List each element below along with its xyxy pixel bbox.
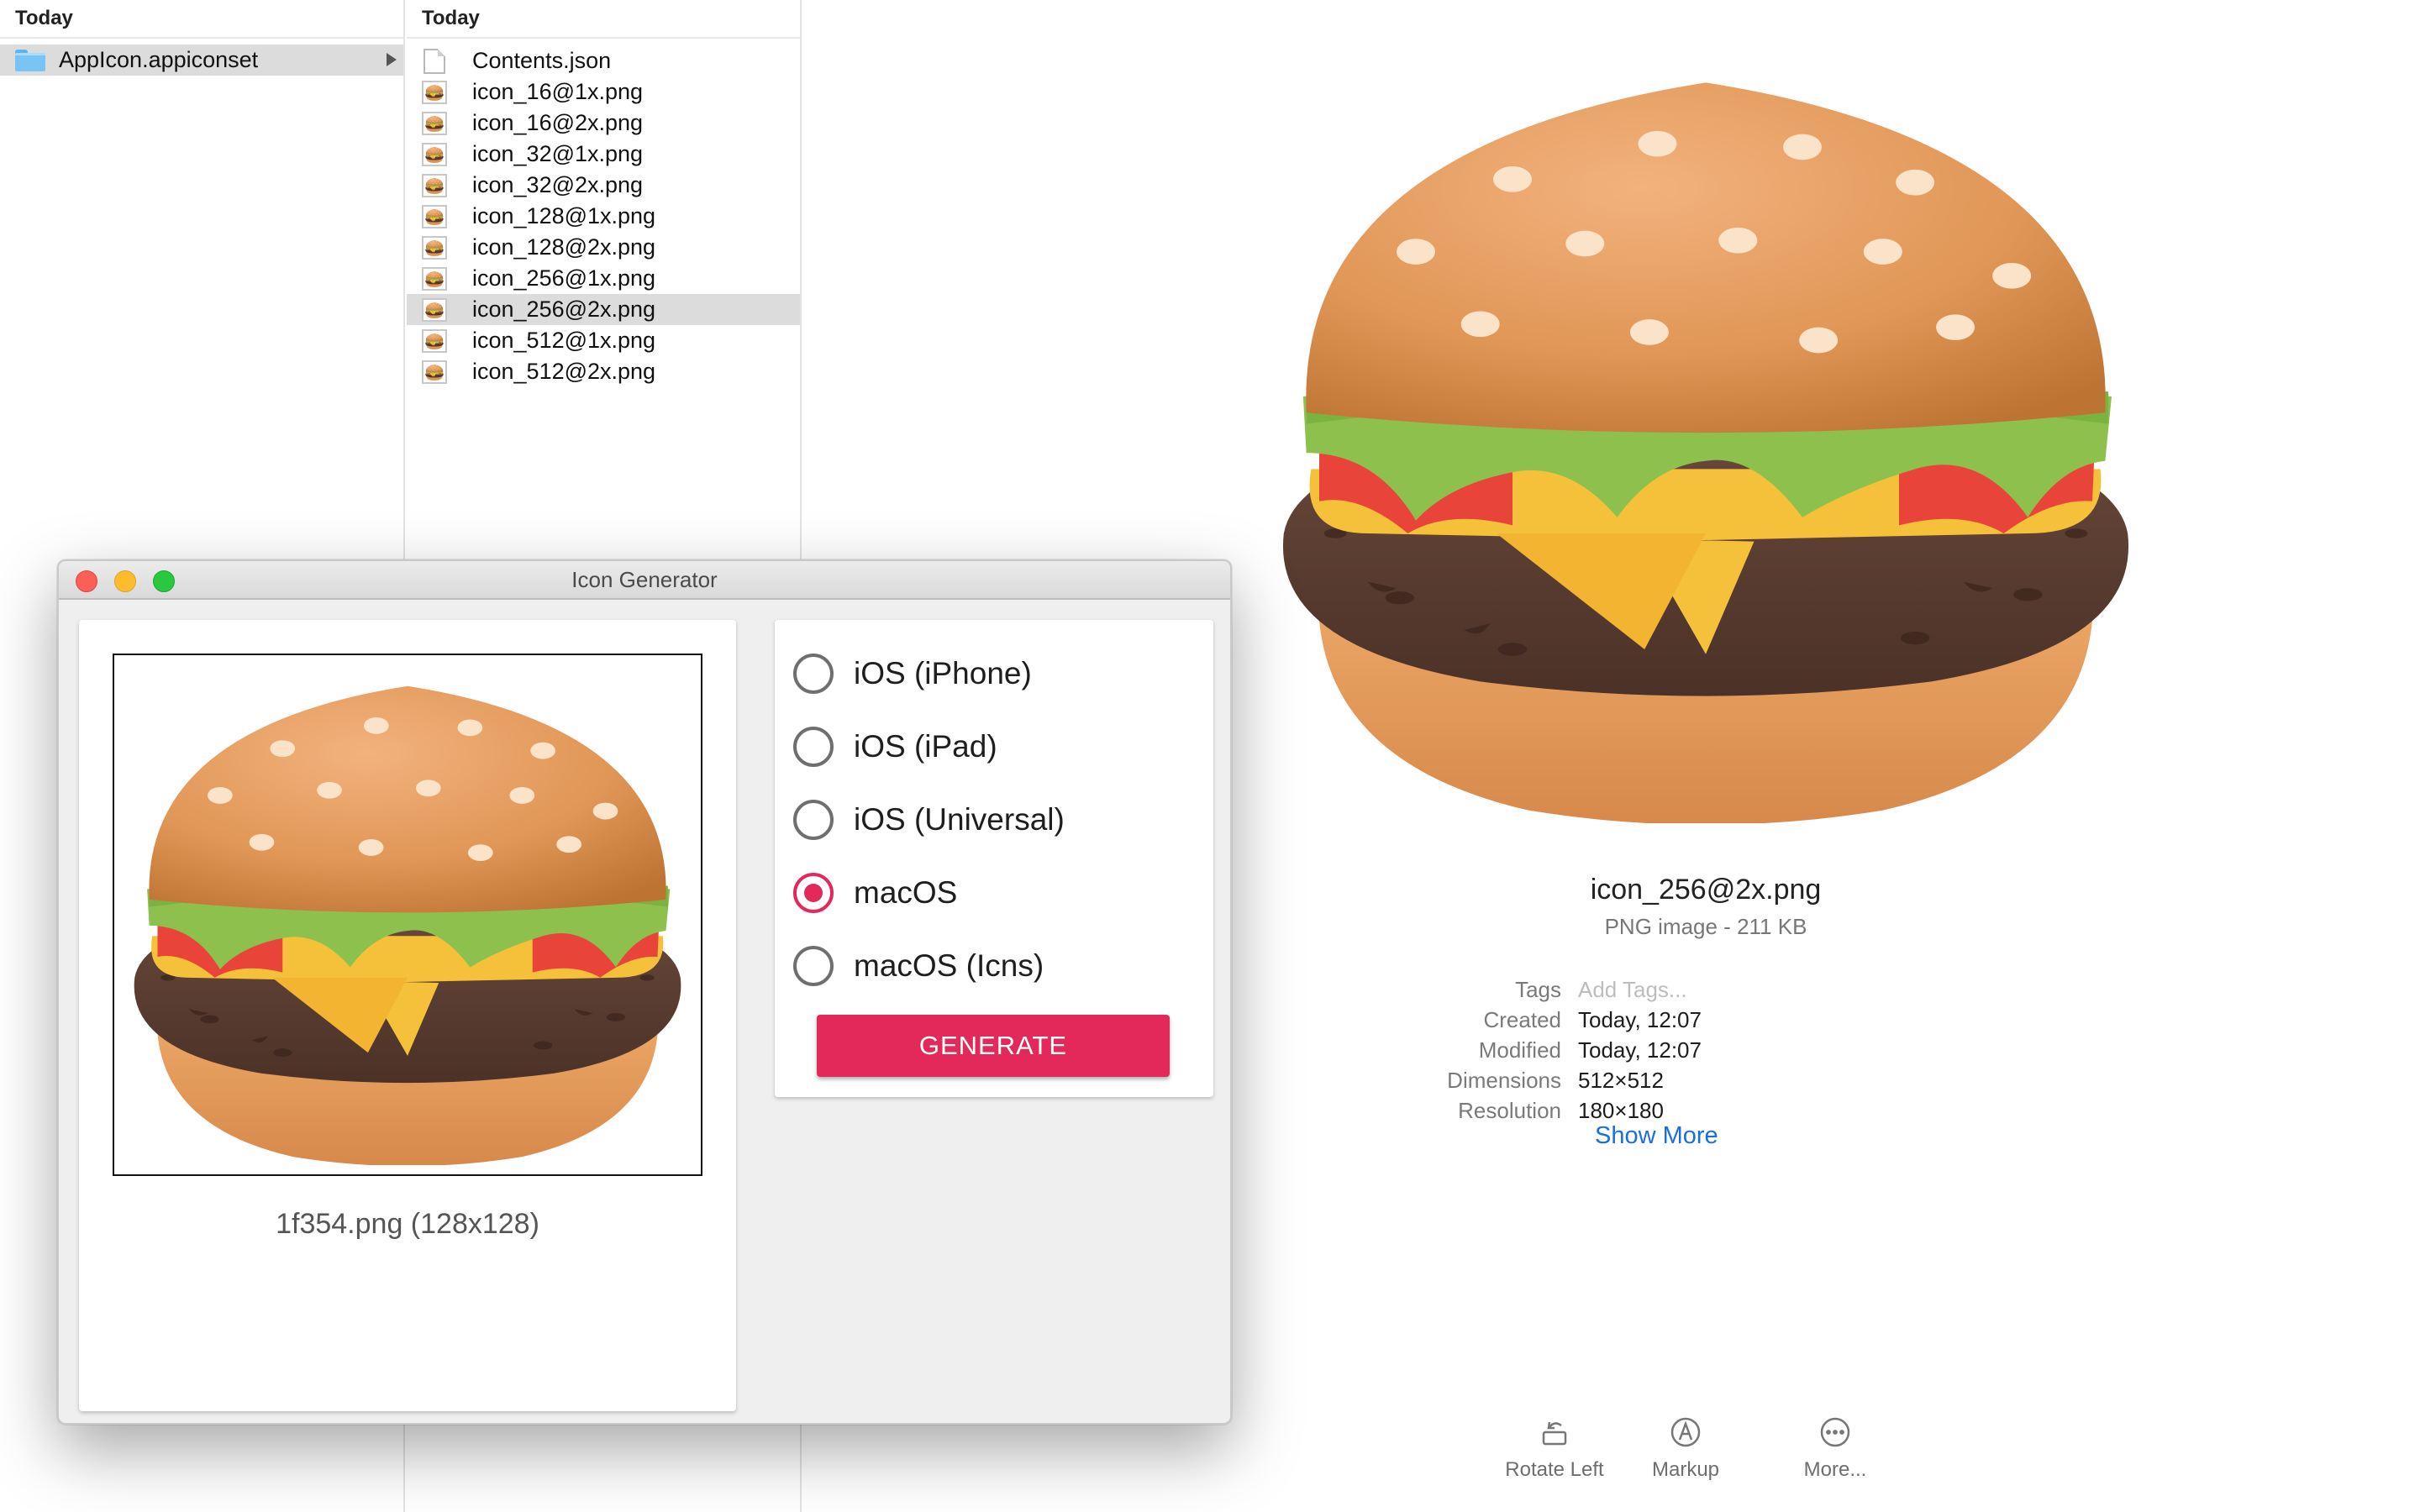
list-item[interactable]: icon_512@1x.png <box>407 325 800 356</box>
list-item-label: AppIcon.appiconset <box>59 47 259 72</box>
radio-button[interactable] <box>793 800 834 840</box>
hamburger-thumbnail-icon <box>420 235 449 260</box>
folder-icon <box>15 49 45 71</box>
metadata-value: Today, 12:07 <box>1578 1006 1702 1032</box>
preview-image <box>1269 50 2143 823</box>
list-item[interactable]: icon_512@2x.png <box>407 356 800 387</box>
radio-button[interactable] <box>793 946 834 986</box>
option-label: iOS (iPhone) <box>854 656 1032 690</box>
generate-button[interactable]: GENERATE <box>817 1015 1170 1077</box>
rotate-left-icon <box>1479 1411 1630 1453</box>
metadata-row-tags: Tags Add Tags... <box>1344 974 2017 1005</box>
markup-label: Markup <box>1651 1458 1720 1481</box>
list-item-label: icon_512@1x.png <box>472 328 656 353</box>
option-ios-ipad[interactable]: iOS (iPad) <box>793 725 997 769</box>
option-label: iOS (iPad) <box>854 729 997 764</box>
option-macos[interactable]: macOS <box>793 871 957 915</box>
disclosure-triangle-icon <box>387 53 397 66</box>
list-item[interactable]: Contents.json <box>407 45 800 76</box>
radio-button-selected[interactable] <box>793 873 834 913</box>
list-item-label: icon_256@2x.png <box>472 297 656 322</box>
metadata-row-resolution: Resolution 180×180 <box>1344 1095 2017 1126</box>
hamburger-thumbnail-icon <box>420 360 449 385</box>
image-caption: 1f354.png (128x128) <box>276 1208 539 1240</box>
hamburger-thumbnail-icon <box>420 173 449 198</box>
metadata-value: Today, 12:07 <box>1578 1037 1702 1063</box>
option-macos-icns[interactable]: macOS (Icns) <box>793 944 1044 988</box>
list-item[interactable]: icon_16@1x.png <box>407 76 800 108</box>
column-header: Today <box>0 0 403 39</box>
list-item[interactable]: icon_32@1x.png <box>407 139 800 170</box>
metadata-value: 512×512 <box>1578 1067 1664 1093</box>
rotate-left-label: Rotate Left <box>1505 1458 1604 1481</box>
list-item[interactable]: icon_16@2x.png <box>407 108 800 139</box>
list-item-label: Contents.json <box>472 48 612 73</box>
list-item-label: icon_16@1x.png <box>472 79 644 104</box>
list-item[interactable]: icon_128@2x.png <box>407 232 800 263</box>
option-ios-universal[interactable]: iOS (Universal) <box>793 798 1065 842</box>
hamburger-thumbnail-icon <box>420 80 449 105</box>
list-item-label: icon_32@1x.png <box>472 141 644 166</box>
metadata-key: Tags <box>1515 976 1561 1002</box>
minimize-window-button[interactable] <box>114 570 136 592</box>
list-item-label: icon_128@1x.png <box>472 203 656 228</box>
hamburger-thumbnail-icon <box>420 142 449 167</box>
list-item-label: icon_512@2x.png <box>472 359 656 384</box>
rotate-left-button[interactable]: Rotate Left <box>1479 1411 1630 1482</box>
option-label: iOS (Universal) <box>854 802 1065 837</box>
markup-pen-icon <box>1610 1411 1761 1453</box>
option-label: macOS (Icns) <box>854 948 1044 983</box>
close-window-button[interactable] <box>76 570 97 592</box>
hamburger-thumbnail-icon <box>420 297 449 323</box>
metadata-key: Resolution <box>1458 1097 1561 1123</box>
source-image <box>126 665 689 1165</box>
document-icon <box>420 48 449 74</box>
add-tags-field[interactable]: Add Tags... <box>1578 977 1687 1003</box>
hamburger-thumbnail-icon <box>420 328 449 354</box>
metadata-key: Dimensions <box>1447 1067 1561 1093</box>
preview-filename: icon_256@2x.png <box>1590 874 1822 906</box>
hamburger-thumbnail-icon <box>420 111 449 136</box>
option-label: macOS <box>854 875 958 910</box>
platform-options-card: iOS (iPhone) iOS (iPad) iOS (Universal) … <box>775 620 1213 1097</box>
metadata-value: 180×180 <box>1578 1097 1664 1123</box>
list-item-label: icon_256@1x.png <box>472 265 656 291</box>
hamburger-thumbnail-icon <box>420 204 449 229</box>
metadata-key: Modified <box>1478 1037 1561 1063</box>
list-item[interactable]: icon_128@1x.png <box>407 201 800 232</box>
radio-button[interactable] <box>793 654 834 694</box>
option-ios-iphone[interactable]: iOS (iPhone) <box>793 652 1032 696</box>
metadata-key: Created <box>1483 1006 1562 1032</box>
metadata-row-modified: Modified Today, 12:07 <box>1344 1035 2017 1065</box>
ellipsis-circle-icon <box>1760 1411 1911 1453</box>
list-item-appiconset[interactable]: AppIcon.appiconset <box>0 45 403 76</box>
column-header: Today <box>407 0 800 39</box>
list-item[interactable]: icon_32@2x.png <box>407 170 800 201</box>
metadata-row-created: Created Today, 12:07 <box>1344 1005 2017 1035</box>
more-button[interactable]: More... <box>1760 1411 1911 1482</box>
list-item-selected[interactable]: icon_256@2x.png <box>407 294 800 325</box>
radio-button[interactable] <box>793 727 834 767</box>
icon-generator-window: Icon Generator 1f354.png (128x128) iOS (… <box>57 559 1232 1425</box>
show-more-link[interactable]: Show More <box>1595 1122 1718 1150</box>
metadata-row-dimensions: Dimensions 512×512 <box>1344 1065 2017 1095</box>
image-drop-card: 1f354.png (128x128) <box>79 620 736 1411</box>
window-title: Icon Generator <box>571 566 718 592</box>
file-list: Contents.json icon_16@1x.png icon_16@2x.… <box>407 39 800 387</box>
preview-subtitle: PNG image - 211 KB <box>1604 914 1807 939</box>
window-titlebar[interactable]: Icon Generator <box>59 561 1230 600</box>
list-item-label: icon_16@2x.png <box>472 110 644 135</box>
source-image-dropzone[interactable] <box>113 654 702 1176</box>
list-item[interactable]: icon_256@1x.png <box>407 263 800 294</box>
zoom-window-button[interactable] <box>153 570 175 592</box>
markup-button[interactable]: Markup <box>1610 1411 1761 1482</box>
more-label: More... <box>1803 1458 1867 1481</box>
metadata-table: Tags Add Tags... Created Today, 12:07 Mo… <box>1344 974 2017 1126</box>
list-item-label: icon_32@2x.png <box>472 172 644 197</box>
hamburger-thumbnail-icon <box>420 266 449 291</box>
list-item-label: icon_128@2x.png <box>472 234 656 260</box>
